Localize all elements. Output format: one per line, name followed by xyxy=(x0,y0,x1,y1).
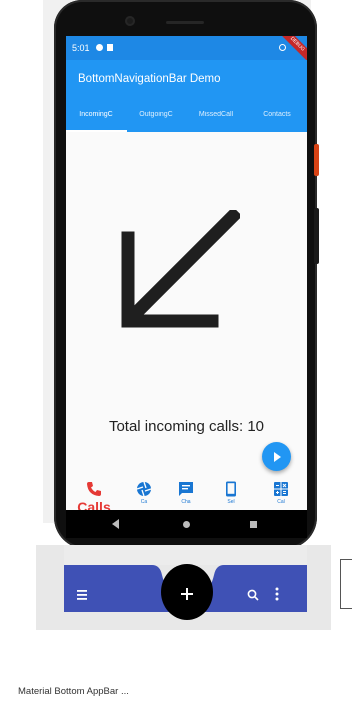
bottom-nav-phone-device[interactable]: Sel xyxy=(211,481,251,505)
system-navigation-bar xyxy=(66,510,307,538)
home-icon[interactable] xyxy=(183,521,190,528)
bottom-nav-label: Ca xyxy=(140,499,148,505)
status-bar: 5:01 DEBUG xyxy=(66,36,307,69)
bottom-nav-label: Sel xyxy=(227,499,235,505)
camera-shutter-icon xyxy=(136,481,152,497)
earpiece-speaker xyxy=(166,21,204,24)
tab-contacts[interactable]: Contacts xyxy=(247,111,307,118)
preview-side-panel xyxy=(340,559,352,609)
bottom-navigation-bar: Calls Ca Cha Sel Cal xyxy=(66,477,307,515)
bottom-nav-calculator[interactable]: Cal xyxy=(261,481,301,505)
total-calls-text: Total incoming calls: 10 xyxy=(108,418,265,435)
tab-outgoing[interactable]: OutgoingC xyxy=(126,111,186,118)
status-time: 5:01 xyxy=(72,43,90,53)
tab-bar: IncomingC OutgoingC MissedCall Contacts xyxy=(66,98,307,132)
phone-screen: 5:01 DEBUG BottomNavigationBar Demo Inco… xyxy=(66,36,307,538)
bottom-nav-label: Cha xyxy=(181,499,191,505)
back-icon[interactable] xyxy=(112,519,119,529)
recents-icon[interactable] xyxy=(250,521,257,528)
notification-status-icon xyxy=(107,44,113,51)
bottom-nav-chat[interactable]: Cha xyxy=(166,481,206,505)
tab-content: Total incoming calls: 10 xyxy=(66,132,307,477)
bottom-nav-camera[interactable]: Ca xyxy=(124,481,164,505)
bottom-nav-label: Cal xyxy=(277,499,285,505)
front-camera xyxy=(125,16,135,26)
calculator-icon xyxy=(274,482,288,496)
plus-icon xyxy=(181,588,193,600)
call-received-arrow-icon xyxy=(121,210,240,328)
power-button xyxy=(314,144,319,176)
volume-button xyxy=(314,208,319,264)
settings-status-icon xyxy=(96,44,103,51)
preview-caption[interactable]: Material Bottom AppBar ... xyxy=(18,686,129,697)
play-fab[interactable] xyxy=(262,442,291,471)
tab-missed[interactable]: MissedCall xyxy=(186,111,246,118)
menu-icon[interactable] xyxy=(77,590,87,600)
chat-icon xyxy=(179,482,193,496)
phone-icon xyxy=(87,482,101,496)
phone-device-icon xyxy=(226,481,236,497)
tab-incoming[interactable]: IncomingC xyxy=(66,111,126,118)
more-vert-icon[interactable] xyxy=(275,587,279,601)
app-bar: BottomNavigationBar Demo xyxy=(66,60,307,98)
search-icon[interactable] xyxy=(247,589,259,601)
minus-circle-icon xyxy=(279,44,286,51)
app-title: BottomNavigationBar Demo xyxy=(78,73,221,85)
